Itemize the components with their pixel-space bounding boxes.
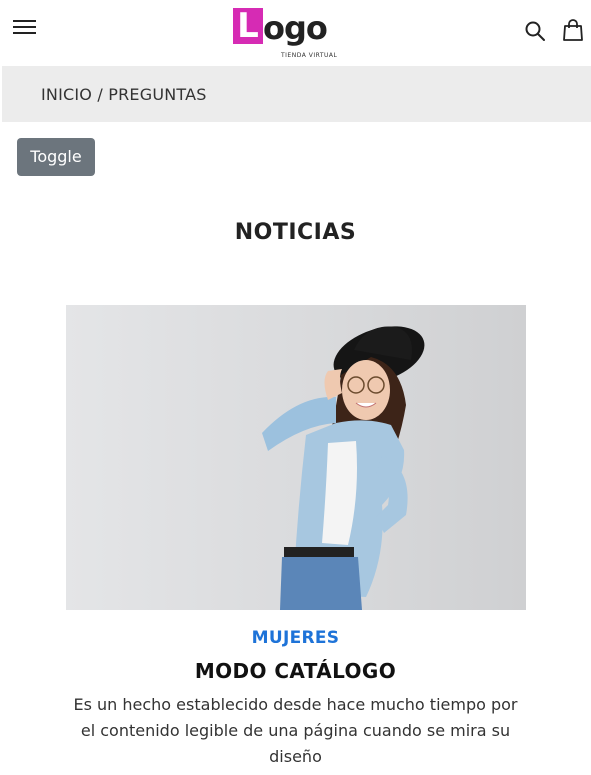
article-category[interactable]: MUJERES (0, 628, 591, 648)
search-icon[interactable] (524, 20, 546, 42)
site-header: L ogo TIENDA VIRTUAL (0, 0, 591, 66)
page-title: NOTICIAS (234, 220, 357, 245)
article-title[interactable]: MODO CATÁLOGO (0, 659, 591, 683)
logo-text: ogo (263, 9, 328, 47)
toggle-button[interactable]: Toggle (17, 138, 95, 176)
article-image[interactable] (66, 305, 526, 610)
article-excerpt: Es un hecho establecido desde hace mucho… (73, 695, 518, 766)
breadcrumb: INICIO / PREGUNTAS (2, 66, 591, 122)
logo-tagline: TIENDA VIRTUAL (281, 52, 338, 59)
logo-letter: L (233, 8, 263, 44)
shopping-bag-icon[interactable] (562, 18, 584, 42)
breadcrumb-text[interactable]: INICIO / PREGUNTAS (41, 85, 207, 104)
site-logo[interactable]: L ogo TIENDA VIRTUAL (233, 8, 343, 62)
menu-icon[interactable] (13, 20, 36, 38)
